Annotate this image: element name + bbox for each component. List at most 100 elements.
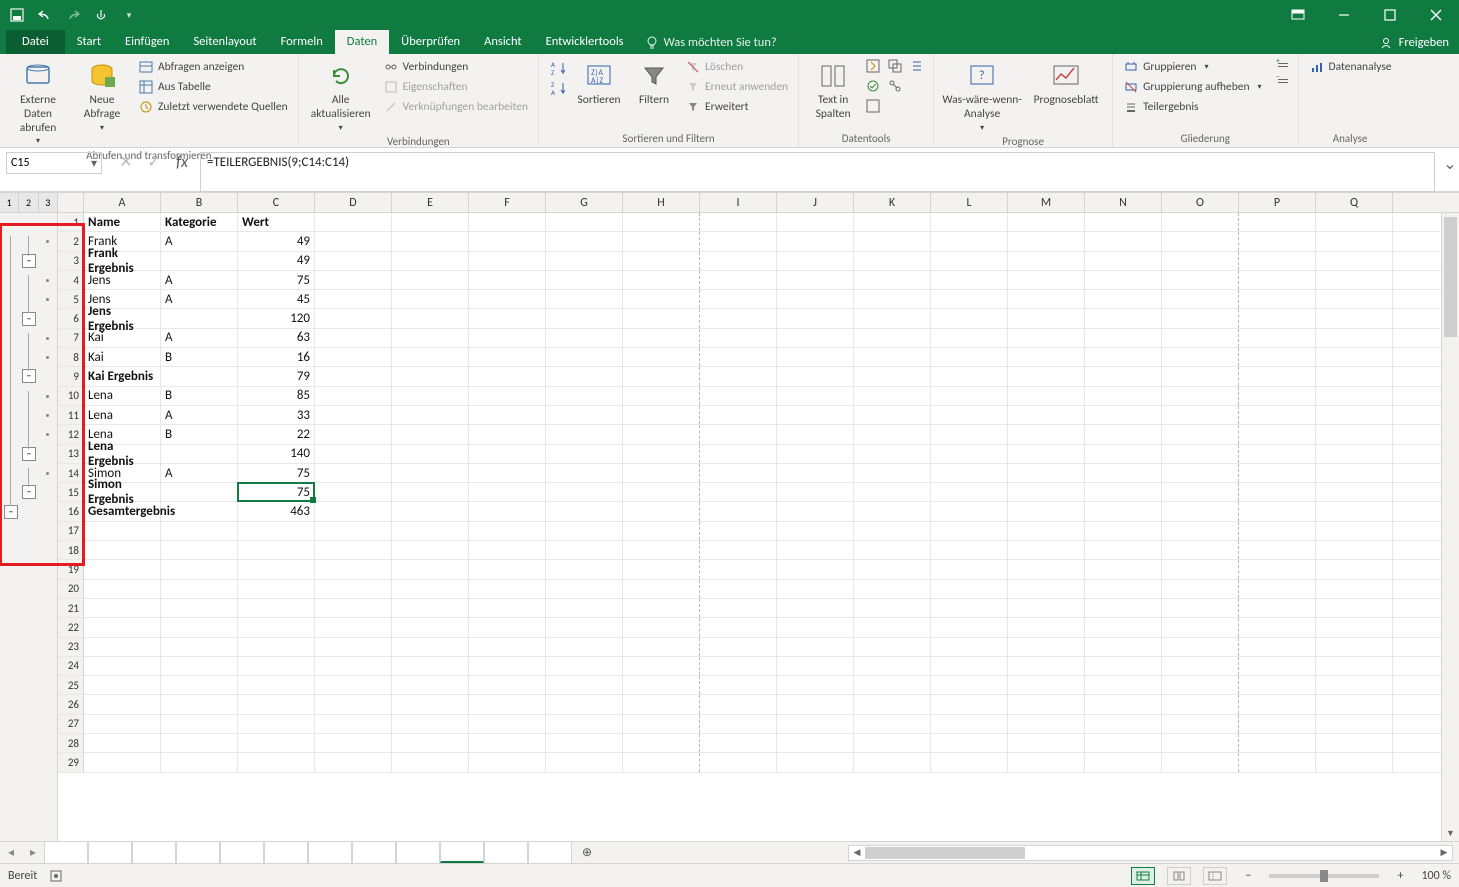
cell-N17[interactable] bbox=[1085, 522, 1162, 540]
cell-H9[interactable] bbox=[623, 367, 700, 385]
cell-D22[interactable] bbox=[315, 618, 392, 636]
cell-H25[interactable] bbox=[623, 676, 700, 694]
cell-K13[interactable] bbox=[854, 445, 931, 463]
cell-M11[interactable] bbox=[1008, 406, 1085, 424]
cell-O15[interactable] bbox=[1162, 483, 1239, 501]
cell-I7[interactable] bbox=[700, 329, 777, 347]
cell-N26[interactable] bbox=[1085, 695, 1162, 713]
cell-H13[interactable] bbox=[623, 445, 700, 463]
row-header-24[interactable]: 24 bbox=[58, 657, 84, 675]
tab-insert[interactable]: Einfügen bbox=[113, 30, 181, 54]
cell-F25[interactable] bbox=[469, 676, 546, 694]
outline-level-3[interactable]: 3 bbox=[39, 193, 57, 212]
text-to-columns-button[interactable]: Text in Spalten bbox=[807, 58, 859, 122]
cell-A3[interactable]: Frank Ergebnis bbox=[84, 252, 161, 270]
cell-C12[interactable]: 22 bbox=[238, 425, 315, 443]
row-header-27[interactable]: 27 bbox=[58, 715, 84, 733]
cell-F26[interactable] bbox=[469, 695, 546, 713]
cell-J29[interactable] bbox=[777, 753, 854, 771]
cell-P4[interactable] bbox=[1239, 271, 1316, 289]
cell-H5[interactable] bbox=[623, 290, 700, 308]
vscroll-thumb[interactable] bbox=[1444, 217, 1457, 337]
cell-H24[interactable] bbox=[623, 657, 700, 675]
cell-H6[interactable] bbox=[623, 309, 700, 327]
cell-E7[interactable] bbox=[392, 329, 469, 347]
cell-C28[interactable] bbox=[238, 734, 315, 752]
touch-mode-icon[interactable] bbox=[92, 6, 110, 24]
cell-C4[interactable]: 75 bbox=[238, 271, 315, 289]
cell-Q8[interactable] bbox=[1316, 348, 1393, 366]
cell-F9[interactable] bbox=[469, 367, 546, 385]
cell-N15[interactable] bbox=[1085, 483, 1162, 501]
cell-E2[interactable] bbox=[392, 232, 469, 250]
sheet-nav-first-icon[interactable]: ◂ bbox=[0, 845, 22, 860]
cell-M25[interactable] bbox=[1008, 676, 1085, 694]
cell-B6[interactable] bbox=[161, 309, 238, 327]
cell-N12[interactable] bbox=[1085, 425, 1162, 443]
cell-N5[interactable] bbox=[1085, 290, 1162, 308]
cell-J15[interactable] bbox=[777, 483, 854, 501]
tab-data[interactable]: Daten bbox=[335, 30, 389, 54]
view-pagelayout-button[interactable] bbox=[1167, 867, 1191, 885]
cell-E26[interactable] bbox=[392, 695, 469, 713]
share-button[interactable]: Freigeben bbox=[1369, 31, 1459, 54]
cell-P29[interactable] bbox=[1239, 753, 1316, 771]
refresh-all-button[interactable]: Alle aktualisieren▾ bbox=[307, 58, 375, 133]
cell-G6[interactable] bbox=[546, 309, 623, 327]
reapply-button[interactable]: Erneut anwenden bbox=[683, 78, 790, 96]
cell-E13[interactable] bbox=[392, 445, 469, 463]
cell-M26[interactable] bbox=[1008, 695, 1085, 713]
cell-P21[interactable] bbox=[1239, 599, 1316, 617]
cell-D15[interactable] bbox=[315, 483, 392, 501]
add-sheet-button[interactable]: ⊕ bbox=[572, 845, 602, 860]
column-header-O[interactable]: O bbox=[1162, 193, 1239, 212]
cell-O4[interactable] bbox=[1162, 271, 1239, 289]
cell-Q27[interactable] bbox=[1316, 715, 1393, 733]
cell-I27[interactable] bbox=[700, 715, 777, 733]
scroll-right-icon[interactable]: ▶ bbox=[1436, 847, 1452, 858]
cell-H10[interactable] bbox=[623, 387, 700, 405]
cell-O7[interactable] bbox=[1162, 329, 1239, 347]
cell-J3[interactable] bbox=[777, 252, 854, 270]
row-header-3[interactable]: 3 bbox=[58, 252, 84, 270]
cell-O28[interactable] bbox=[1162, 734, 1239, 752]
cell-L29[interactable] bbox=[931, 753, 1008, 771]
row-header-10[interactable]: 10 bbox=[58, 387, 84, 405]
cell-L4[interactable] bbox=[931, 271, 1008, 289]
row-header-28[interactable]: 28 bbox=[58, 734, 84, 752]
cell-D7[interactable] bbox=[315, 329, 392, 347]
cell-H2[interactable] bbox=[623, 232, 700, 250]
cell-K8[interactable] bbox=[854, 348, 931, 366]
cell-F29[interactable] bbox=[469, 753, 546, 771]
sheet-tab-6[interactable] bbox=[264, 842, 308, 863]
cell-M7[interactable] bbox=[1008, 329, 1085, 347]
cell-G29[interactable] bbox=[546, 753, 623, 771]
cell-N18[interactable] bbox=[1085, 541, 1162, 559]
cell-M24[interactable] bbox=[1008, 657, 1085, 675]
cell-I18[interactable] bbox=[700, 541, 777, 559]
cell-D19[interactable] bbox=[315, 560, 392, 578]
cell-A24[interactable] bbox=[84, 657, 161, 675]
cell-N20[interactable] bbox=[1085, 580, 1162, 598]
cell-G25[interactable] bbox=[546, 676, 623, 694]
outline-collapse-row-6[interactable]: − bbox=[22, 312, 36, 326]
cell-L1[interactable] bbox=[931, 213, 1008, 231]
row-header-23[interactable]: 23 bbox=[58, 638, 84, 656]
cell-J19[interactable] bbox=[777, 560, 854, 578]
cell-H21[interactable] bbox=[623, 599, 700, 617]
whatif-button[interactable]: ? Was-wäre-wenn-Analyse▾ bbox=[942, 58, 1022, 133]
cell-P18[interactable] bbox=[1239, 541, 1316, 559]
cell-F20[interactable] bbox=[469, 580, 546, 598]
cell-J14[interactable] bbox=[777, 464, 854, 482]
cell-A26[interactable] bbox=[84, 695, 161, 713]
cell-G15[interactable] bbox=[546, 483, 623, 501]
cell-Q2[interactable] bbox=[1316, 232, 1393, 250]
cell-F7[interactable] bbox=[469, 329, 546, 347]
view-pagebreak-button[interactable] bbox=[1203, 867, 1227, 885]
zoom-level[interactable]: 100 % bbox=[1421, 869, 1451, 883]
cell-O9[interactable] bbox=[1162, 367, 1239, 385]
cell-D23[interactable] bbox=[315, 638, 392, 656]
outline-collapse-row-9[interactable]: − bbox=[22, 369, 36, 383]
cell-B24[interactable] bbox=[161, 657, 238, 675]
cell-G11[interactable] bbox=[546, 406, 623, 424]
